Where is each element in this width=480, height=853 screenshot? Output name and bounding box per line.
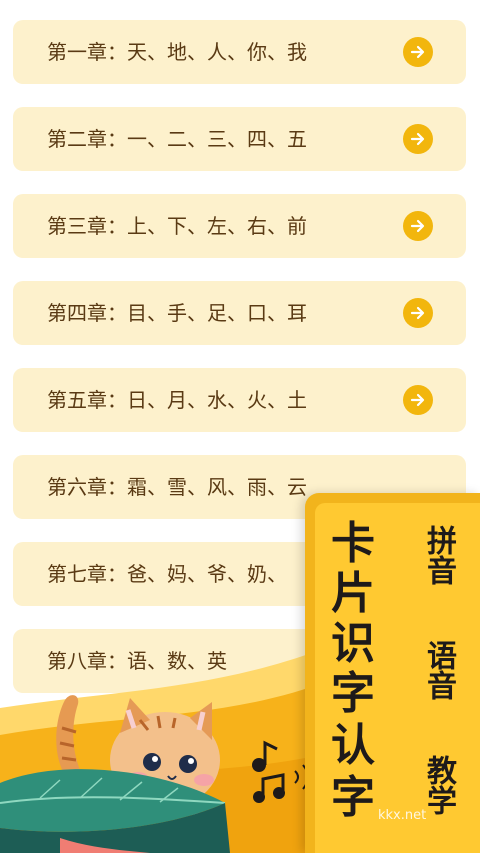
chapter-card-5[interactable]: 第五章：日、月、水、火、土: [13, 368, 466, 432]
promo-title-char: 字: [331, 668, 375, 719]
chapter-card-3[interactable]: 第三章：上、下、左、右、前: [13, 194, 466, 258]
chapter-label: 第五章：日、月、水、火、土: [47, 388, 307, 412]
arrow-right-icon[interactable]: [403, 385, 433, 415]
promo-title-char: 字: [331, 772, 375, 823]
promo-title-char: 识: [331, 618, 375, 669]
chapter-label: 第一章：天、地、人、你、我: [47, 40, 307, 64]
feature-text: 教学: [421, 755, 456, 815]
promo-title-char: 卡: [331, 518, 375, 569]
chapter-card-2[interactable]: 第二章：一、二、三、四、五: [13, 107, 466, 171]
arrow-right-icon[interactable]: [403, 211, 433, 241]
chapter-label: 第八章：语、数、英: [47, 649, 227, 673]
chapter-label: 第四章：目、手、足、口、耳: [47, 301, 307, 325]
promo-title-char: 片: [331, 568, 375, 619]
promo-feature-teaching: 教学: [400, 755, 456, 815]
chapter-label: 第七章：爸、妈、爷、奶、: [47, 562, 287, 586]
promo-feature-pinyin: 拼音: [400, 525, 456, 585]
feature-text: 拼音: [421, 525, 456, 585]
chapter-card-4[interactable]: 第四章：目、手、足、口、耳: [13, 281, 466, 345]
arrow-right-icon[interactable]: [403, 298, 433, 328]
promo-title-char: 认: [331, 720, 375, 771]
chapter-label: 第三章：上、下、左、右、前: [47, 214, 307, 238]
chapter-label: 第二章：一、二、三、四、五: [47, 127, 307, 151]
promo-feature-voice: 语音: [400, 640, 456, 700]
arrow-right-icon[interactable]: [403, 124, 433, 154]
feature-text: 语音: [421, 640, 456, 700]
chapter-label: 第六章：霜、雪、风、雨、云: [47, 475, 307, 499]
chapter-card-1[interactable]: 第一章：天、地、人、你、我: [13, 20, 466, 84]
leaf-illustration: [0, 769, 230, 853]
watermark: kkx.net: [378, 808, 427, 823]
arrow-right-icon[interactable]: [403, 37, 433, 67]
